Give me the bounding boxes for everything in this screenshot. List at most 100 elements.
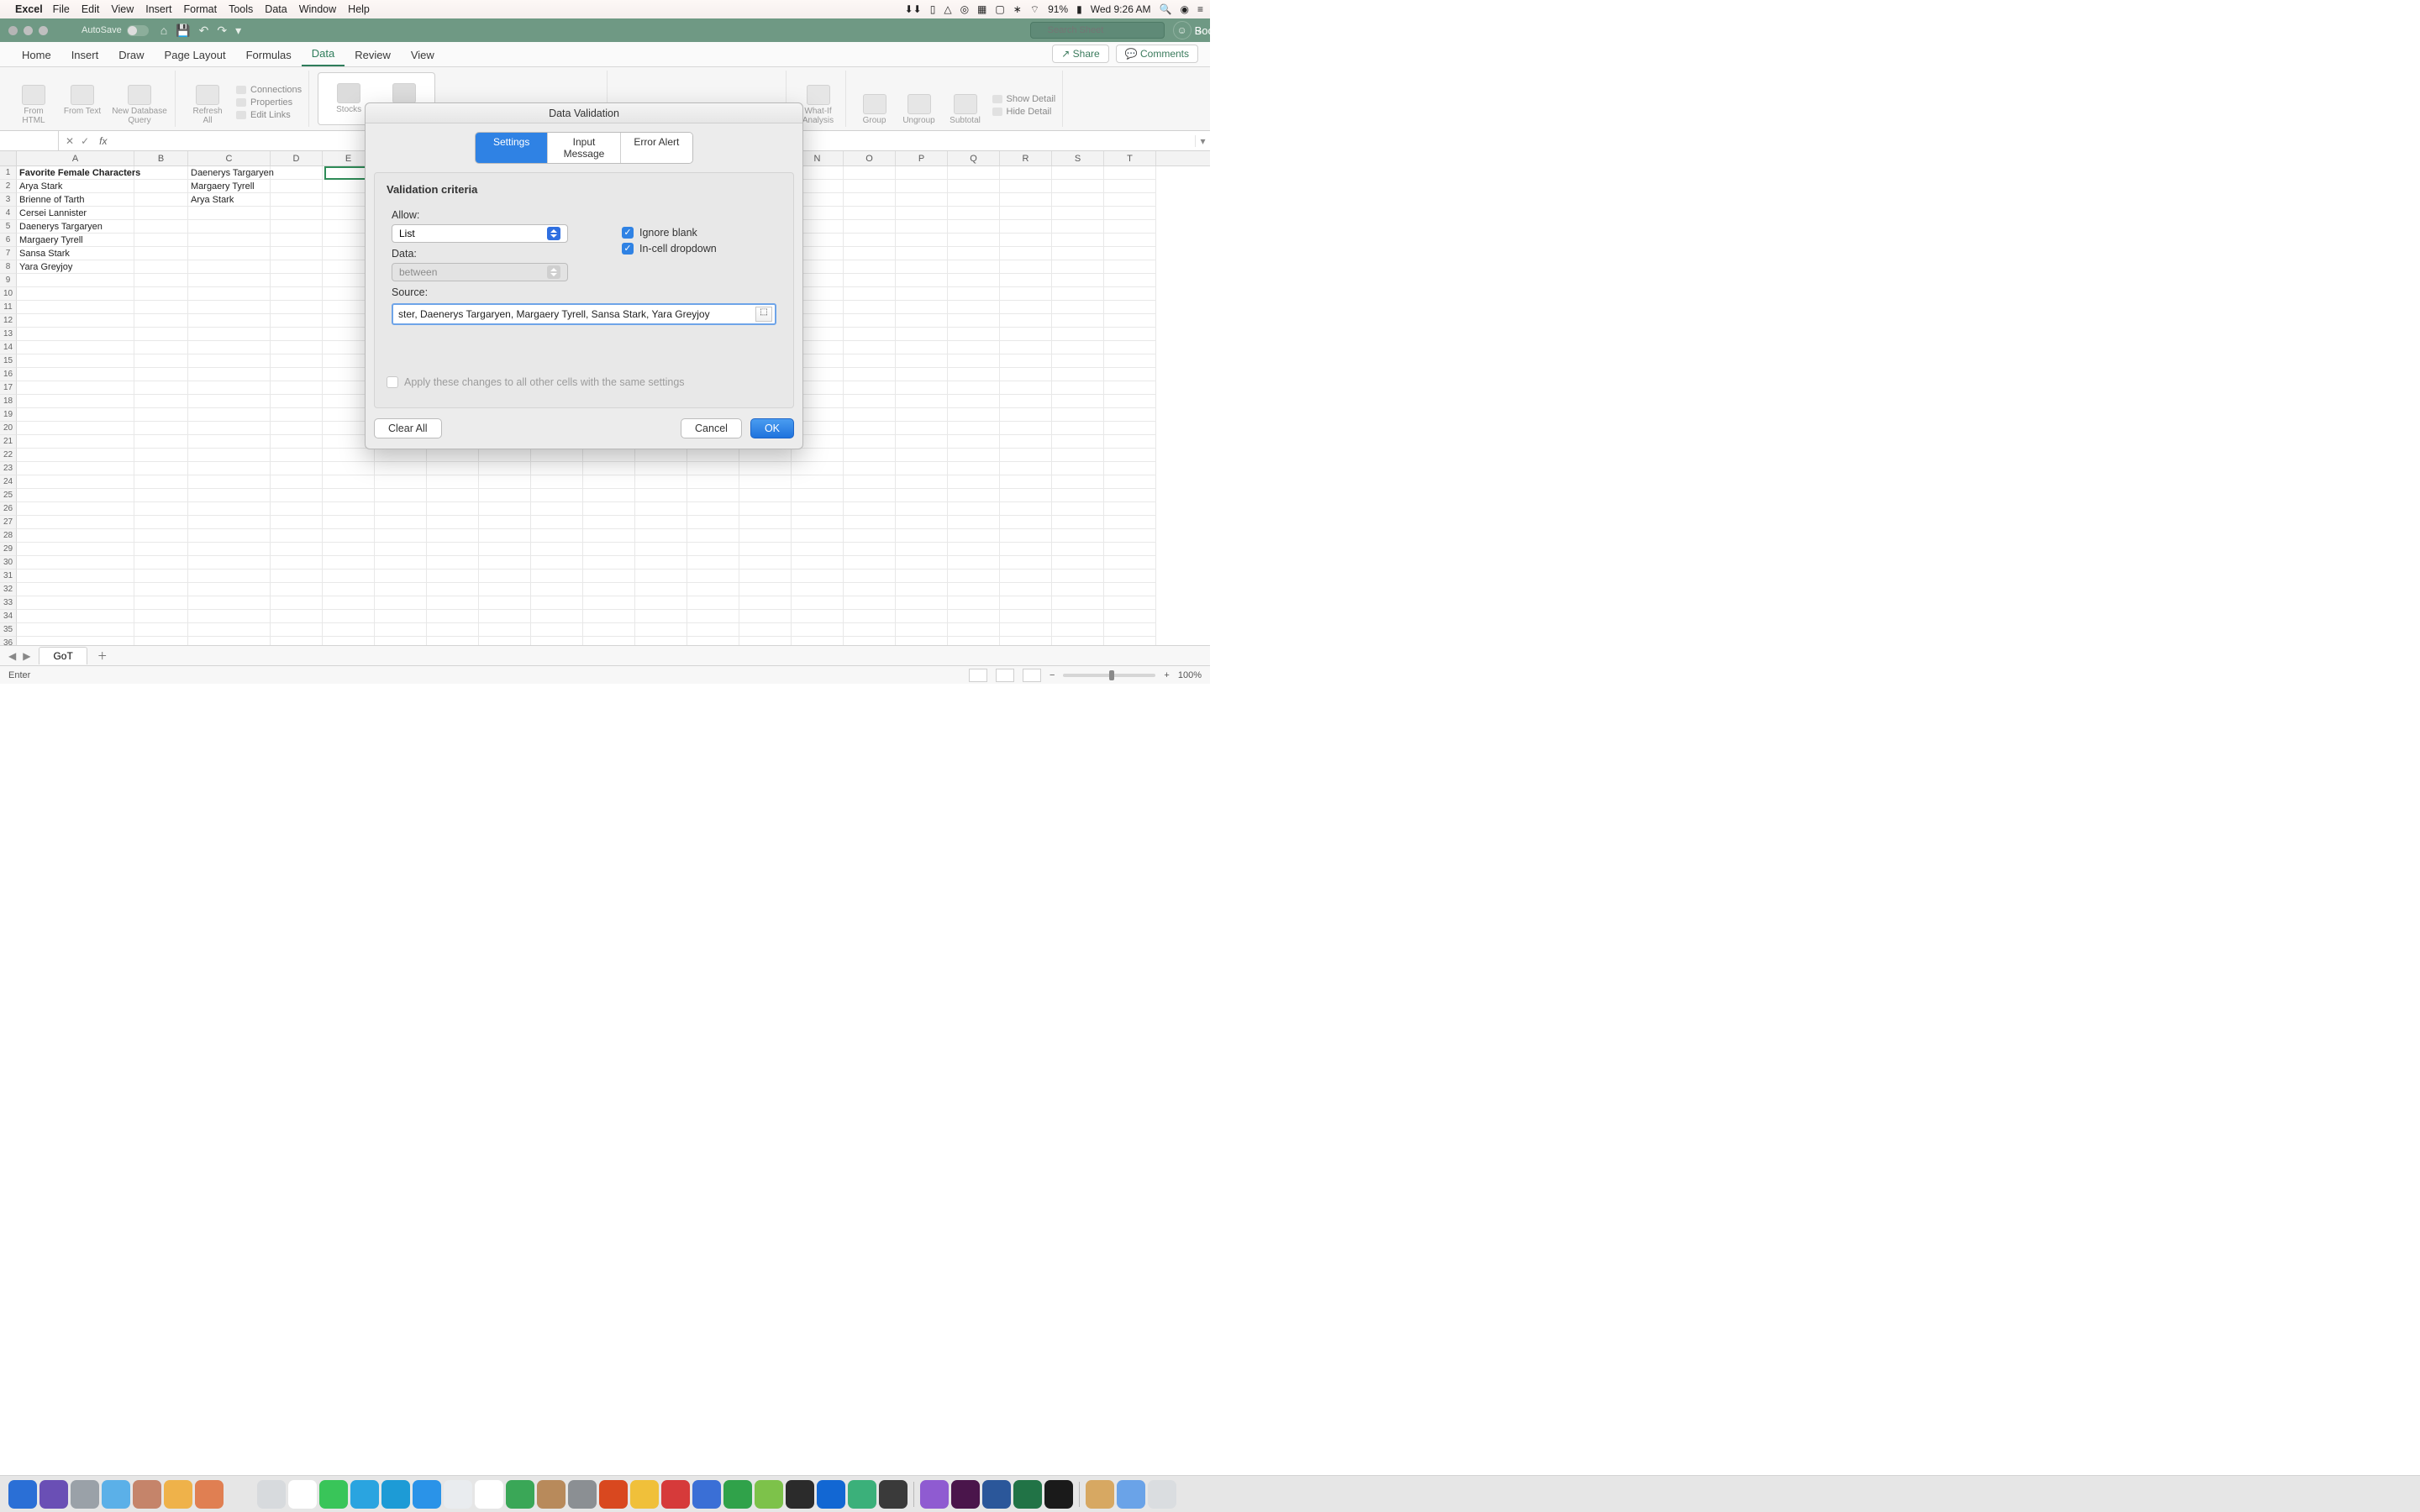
cell[interactable] — [427, 556, 479, 570]
formula-expand-icon[interactable]: ▾ — [1195, 135, 1210, 147]
cell[interactable] — [792, 623, 844, 637]
cell[interactable] — [17, 596, 134, 610]
row-header[interactable]: 21 — [0, 435, 17, 449]
dock-trash-icon[interactable] — [1148, 1480, 1176, 1509]
cell[interactable] — [1052, 543, 1104, 556]
cell[interactable] — [739, 610, 792, 623]
cell[interactable] — [844, 274, 896, 287]
qat-customize-icon[interactable]: ▾ — [235, 24, 241, 38]
menu-view[interactable]: View — [111, 3, 134, 15]
view-page-break-icon[interactable] — [1023, 669, 1041, 682]
row-header[interactable]: 19 — [0, 408, 17, 422]
cell[interactable] — [1052, 354, 1104, 368]
cell[interactable] — [375, 570, 427, 583]
cell[interactable] — [531, 516, 583, 529]
tab-view[interactable]: View — [401, 44, 445, 66]
cell[interactable] — [134, 516, 188, 529]
cell[interactable] — [687, 489, 739, 502]
cell[interactable] — [134, 166, 188, 180]
cell[interactable] — [948, 180, 1000, 193]
save-icon[interactable]: 💾 — [176, 24, 190, 38]
cell[interactable] — [1052, 193, 1104, 207]
row-header[interactable]: 9 — [0, 274, 17, 287]
cell[interactable] — [17, 610, 134, 623]
cell[interactable] — [188, 623, 271, 637]
dock-app-icon[interactable] — [879, 1480, 908, 1509]
cell[interactable] — [948, 489, 1000, 502]
cell[interactable] — [948, 408, 1000, 422]
cell[interactable] — [896, 166, 948, 180]
cell[interactable] — [583, 449, 635, 462]
cell[interactable] — [271, 395, 323, 408]
cell[interactable] — [844, 489, 896, 502]
cell[interactable] — [844, 287, 896, 301]
cell[interactable] — [134, 502, 188, 516]
cell[interactable] — [844, 341, 896, 354]
cell[interactable] — [1052, 287, 1104, 301]
cell[interactable] — [1052, 422, 1104, 435]
cell[interactable] — [844, 502, 896, 516]
dock-app-icon[interactable] — [692, 1480, 721, 1509]
cell[interactable] — [948, 435, 1000, 449]
cell[interactable] — [17, 435, 134, 449]
cell[interactable] — [1104, 166, 1156, 180]
col-header[interactable]: P — [896, 151, 948, 165]
cell[interactable] — [479, 543, 531, 556]
cell[interactable] — [323, 610, 375, 623]
cell[interactable] — [375, 637, 427, 645]
tab-review[interactable]: Review — [345, 44, 401, 66]
in-cell-dropdown-checkbox[interactable]: ✓In-cell dropdown — [622, 243, 781, 255]
cell[interactable] — [1052, 207, 1104, 220]
tab-home[interactable]: Home — [12, 44, 61, 66]
cell[interactable] — [531, 570, 583, 583]
cell[interactable] — [531, 583, 583, 596]
cell[interactable] — [188, 395, 271, 408]
cell[interactable] — [17, 381, 134, 395]
cell[interactable] — [271, 637, 323, 645]
cell[interactable] — [188, 301, 271, 314]
cell[interactable] — [948, 610, 1000, 623]
bluetooth-icon[interactable]: ∗ — [1013, 3, 1022, 15]
cell[interactable] — [792, 583, 844, 596]
cell[interactable] — [531, 596, 583, 610]
col-header[interactable]: O — [844, 151, 896, 165]
cell[interactable] — [323, 462, 375, 475]
dock-safari-icon[interactable] — [102, 1480, 130, 1509]
cell[interactable] — [844, 368, 896, 381]
cell[interactable] — [948, 637, 1000, 645]
cell[interactable] — [1000, 381, 1052, 395]
cell[interactable]: Arya Stark — [17, 180, 134, 193]
subtotal-button[interactable]: Subtotal — [947, 94, 984, 125]
cell[interactable] — [531, 475, 583, 489]
cell[interactable] — [1104, 207, 1156, 220]
cell[interactable] — [896, 381, 948, 395]
cell[interactable] — [583, 543, 635, 556]
cell[interactable] — [1104, 489, 1156, 502]
cell[interactable] — [1104, 583, 1156, 596]
from-text-button[interactable]: From Text — [62, 85, 103, 116]
cell[interactable] — [844, 301, 896, 314]
cell[interactable] — [1000, 502, 1052, 516]
cell[interactable] — [1052, 596, 1104, 610]
cell[interactable] — [1104, 381, 1156, 395]
cell[interactable] — [583, 596, 635, 610]
cell[interactable] — [17, 475, 134, 489]
cell[interactable] — [1052, 489, 1104, 502]
cell[interactable] — [792, 516, 844, 529]
col-header[interactable]: B — [134, 151, 188, 165]
col-header[interactable]: R — [1000, 151, 1052, 165]
cell[interactable] — [479, 502, 531, 516]
cell[interactable] — [323, 543, 375, 556]
cell[interactable] — [739, 543, 792, 556]
cell[interactable] — [844, 596, 896, 610]
cell[interactable] — [687, 475, 739, 489]
wifi-icon[interactable]: ⌔ — [1030, 3, 1039, 16]
cell[interactable] — [635, 570, 687, 583]
cell[interactable] — [1052, 368, 1104, 381]
cell[interactable] — [635, 502, 687, 516]
cell[interactable] — [134, 435, 188, 449]
group-button[interactable]: Group — [858, 94, 892, 125]
cell[interactable] — [188, 637, 271, 645]
cell[interactable] — [635, 637, 687, 645]
cell[interactable] — [844, 234, 896, 247]
